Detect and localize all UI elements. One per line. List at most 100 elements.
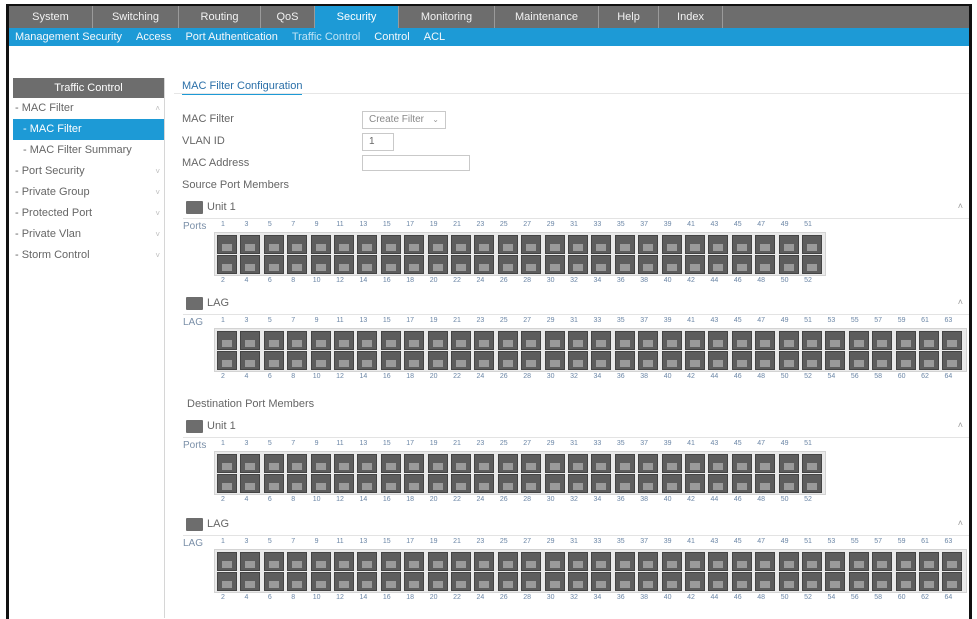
port-30[interactable] [544, 255, 565, 274]
port-37[interactable] [638, 454, 659, 473]
port-39[interactable] [661, 235, 682, 254]
port-53[interactable] [825, 331, 846, 350]
port-36[interactable] [614, 474, 635, 493]
port-18[interactable] [404, 351, 425, 370]
tab-monitoring[interactable]: Monitoring [399, 6, 495, 28]
port-7[interactable] [287, 331, 308, 350]
port-12[interactable] [334, 474, 354, 493]
port-23[interactable] [474, 235, 495, 254]
tab-security[interactable]: Security [315, 6, 399, 28]
port-29[interactable] [544, 331, 565, 350]
port-43[interactable] [708, 331, 729, 350]
port-60[interactable] [895, 572, 916, 591]
port-20[interactable] [427, 351, 448, 370]
port-28[interactable] [521, 572, 542, 591]
port-26[interactable] [497, 351, 518, 370]
port-18[interactable] [404, 474, 425, 493]
port-59[interactable] [895, 331, 916, 350]
port-4[interactable] [240, 351, 261, 370]
port-30[interactable] [544, 474, 565, 493]
port-17[interactable] [404, 454, 425, 473]
port-47[interactable] [755, 454, 776, 473]
port-52[interactable] [802, 255, 822, 274]
port-2[interactable] [217, 255, 237, 274]
port-36[interactable] [614, 351, 635, 370]
port-1[interactable] [217, 454, 237, 473]
port-62[interactable] [919, 572, 939, 591]
port-13[interactable] [357, 235, 378, 254]
port-4[interactable] [240, 572, 261, 591]
port-42[interactable] [685, 572, 705, 591]
port-46[interactable] [731, 474, 752, 493]
port-32[interactable] [568, 255, 588, 274]
port-34[interactable] [591, 255, 612, 274]
port-2[interactable] [217, 572, 237, 591]
port-20[interactable] [427, 255, 448, 274]
port-60[interactable] [895, 351, 916, 370]
port-1[interactable] [217, 552, 237, 571]
port-44[interactable] [708, 474, 729, 493]
port-24[interactable] [474, 474, 495, 493]
port-9[interactable] [310, 552, 331, 571]
port-25[interactable] [497, 235, 518, 254]
port-35[interactable] [614, 235, 635, 254]
port-35[interactable] [614, 331, 635, 350]
port-44[interactable] [708, 572, 729, 591]
port-40[interactable] [661, 351, 682, 370]
port-23[interactable] [474, 552, 495, 571]
port-13[interactable] [357, 331, 378, 350]
port-39[interactable] [661, 454, 682, 473]
subnav-traffic-control[interactable]: Traffic Control [292, 31, 360, 43]
port-61[interactable] [919, 331, 939, 350]
port-23[interactable] [474, 331, 495, 350]
port-59[interactable] [895, 552, 916, 571]
port-50[interactable] [778, 351, 799, 370]
port-5[interactable] [263, 235, 284, 254]
port-40[interactable] [661, 572, 682, 591]
port-45[interactable] [731, 552, 752, 571]
port-35[interactable] [614, 552, 635, 571]
port-14[interactable] [357, 572, 378, 591]
port-47[interactable] [755, 552, 776, 571]
port-48[interactable] [755, 351, 776, 370]
port-31[interactable] [568, 235, 588, 254]
port-54[interactable] [825, 351, 846, 370]
port-27[interactable] [521, 235, 542, 254]
port-57[interactable] [872, 331, 893, 350]
port-5[interactable] [263, 331, 284, 350]
vlan-id-input[interactable]: 1 [362, 133, 394, 151]
port-26[interactable] [497, 474, 518, 493]
port-9[interactable] [310, 235, 331, 254]
mac-address-input[interactable] [362, 155, 470, 171]
port-13[interactable] [357, 454, 378, 473]
port-41[interactable] [685, 552, 705, 571]
port-45[interactable] [731, 235, 752, 254]
port-41[interactable] [685, 454, 705, 473]
port-1[interactable] [217, 235, 237, 254]
port-6[interactable] [263, 255, 284, 274]
port-42[interactable] [685, 474, 705, 493]
port-7[interactable] [287, 552, 308, 571]
port-16[interactable] [380, 255, 401, 274]
port-11[interactable] [334, 552, 354, 571]
sidebar-item-mac-filter-summary[interactable]: - MAC Filter Summary [13, 140, 164, 161]
port-56[interactable] [848, 351, 869, 370]
port-61[interactable] [919, 552, 939, 571]
port-38[interactable] [638, 474, 659, 493]
port-31[interactable] [568, 454, 588, 473]
port-24[interactable] [474, 255, 495, 274]
tab-index[interactable]: Index [659, 6, 723, 28]
port-8[interactable] [287, 255, 308, 274]
port-49[interactable] [778, 552, 799, 571]
port-6[interactable] [263, 351, 284, 370]
port-20[interactable] [427, 474, 448, 493]
port-19[interactable] [427, 331, 448, 350]
port-34[interactable] [591, 351, 612, 370]
port-5[interactable] [263, 552, 284, 571]
port-51[interactable] [802, 331, 822, 350]
port-2[interactable] [217, 351, 237, 370]
port-12[interactable] [334, 572, 354, 591]
port-40[interactable] [661, 474, 682, 493]
port-17[interactable] [404, 552, 425, 571]
port-38[interactable] [638, 572, 659, 591]
